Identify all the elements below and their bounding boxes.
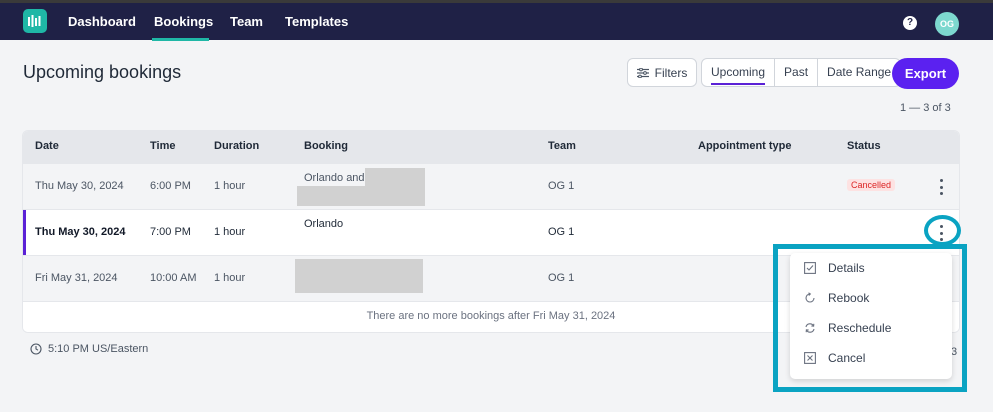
top-nav-bar: Dashboard Bookings Team Templates ? OG [0, 0, 993, 41]
pagination-count: 1 — 3 of 3 [900, 102, 951, 114]
checkbox-icon [803, 261, 817, 275]
column-header-appointment-type: Appointment type [698, 140, 792, 152]
column-header-booking: Booking [304, 140, 348, 152]
menu-item-label: Cancel [828, 351, 866, 365]
nav-team[interactable]: Team [230, 14, 263, 29]
menu-item-rebook[interactable]: Rebook [790, 283, 952, 313]
row-date: Fri May 31, 2024 [35, 272, 118, 284]
avatar[interactable]: OG [935, 12, 959, 36]
filters-label: Filters [654, 65, 688, 80]
redacted-block [297, 186, 367, 206]
tab-date-range[interactable]: Date Range [818, 59, 900, 86]
date-scope-tabs: Upcoming Past Date Range [701, 58, 902, 87]
row-time: 6:00 PM [150, 180, 191, 192]
export-button[interactable]: Export [892, 58, 959, 89]
clock-icon [30, 343, 42, 355]
cancel-icon [803, 351, 817, 365]
row-team: OG 1 [548, 180, 575, 192]
row-date: Thu May 30, 2024 [35, 226, 126, 238]
help-icon[interactable]: ? [903, 16, 917, 30]
menu-item-details[interactable]: Details [790, 253, 952, 283]
menu-item-label: Details [828, 261, 865, 275]
menu-item-cancel[interactable]: Cancel [790, 343, 952, 373]
column-header-status: Status [847, 140, 881, 152]
logo-bars-icon [28, 15, 41, 27]
row-time: 7:00 PM [150, 226, 191, 238]
redacted-block [365, 168, 425, 206]
menu-item-reschedule[interactable]: Reschedule [790, 313, 952, 343]
menu-item-label: Reschedule [828, 321, 892, 335]
column-header-team: Team [548, 140, 576, 152]
filter-sliders-icon [636, 67, 649, 78]
nav-bookings[interactable]: Bookings [154, 14, 213, 29]
app-logo[interactable] [23, 9, 47, 33]
tab-upcoming[interactable]: Upcoming [702, 59, 776, 86]
kebab-highlight-ring [924, 215, 961, 246]
filters-button[interactable]: Filters [627, 58, 697, 87]
refresh-icon [803, 321, 817, 335]
row-team: OG 1 [548, 226, 575, 238]
tab-past[interactable]: Past [775, 59, 819, 86]
table-row[interactable]: Thu May 30, 2024 6:00 PM 1 hour Orlando … [23, 163, 959, 209]
status-badge: Cancelled [847, 179, 896, 191]
nav-active-indicator [152, 38, 209, 41]
redacted-block [295, 259, 423, 293]
row-duration: 1 hour [214, 226, 246, 238]
row-booking: Orlando and [304, 172, 365, 184]
nav-templates[interactable]: Templates [285, 14, 348, 29]
row-booking: Orlando [304, 218, 344, 230]
menu-item-label: Rebook [828, 291, 870, 305]
column-header-time: Time [150, 140, 176, 152]
timezone-display: 5:10 PM US/Eastern [30, 343, 148, 355]
column-header-date: Date [35, 140, 59, 152]
page-title: Upcoming bookings [23, 62, 182, 82]
row-duration: 1 hour [214, 272, 246, 284]
column-header-duration: Duration [214, 140, 260, 152]
row-actions-menu: Details Rebook Reschedule Cancel [790, 253, 952, 379]
rebook-icon [803, 291, 817, 305]
row-date: Thu May 30, 2024 [35, 180, 124, 192]
timezone-label: 5:10 PM US/Eastern [48, 343, 149, 355]
nav-dashboard[interactable]: Dashboard [68, 14, 136, 29]
row-actions-kebab-icon[interactable] [936, 179, 946, 195]
row-duration: 1 hour [214, 180, 246, 192]
table-header: Date Time Duration Booking Team Appointm… [23, 131, 959, 163]
row-time: 10:00 AM [150, 272, 197, 284]
row-team: OG 1 [548, 272, 575, 284]
row-selected-indicator [23, 210, 26, 256]
